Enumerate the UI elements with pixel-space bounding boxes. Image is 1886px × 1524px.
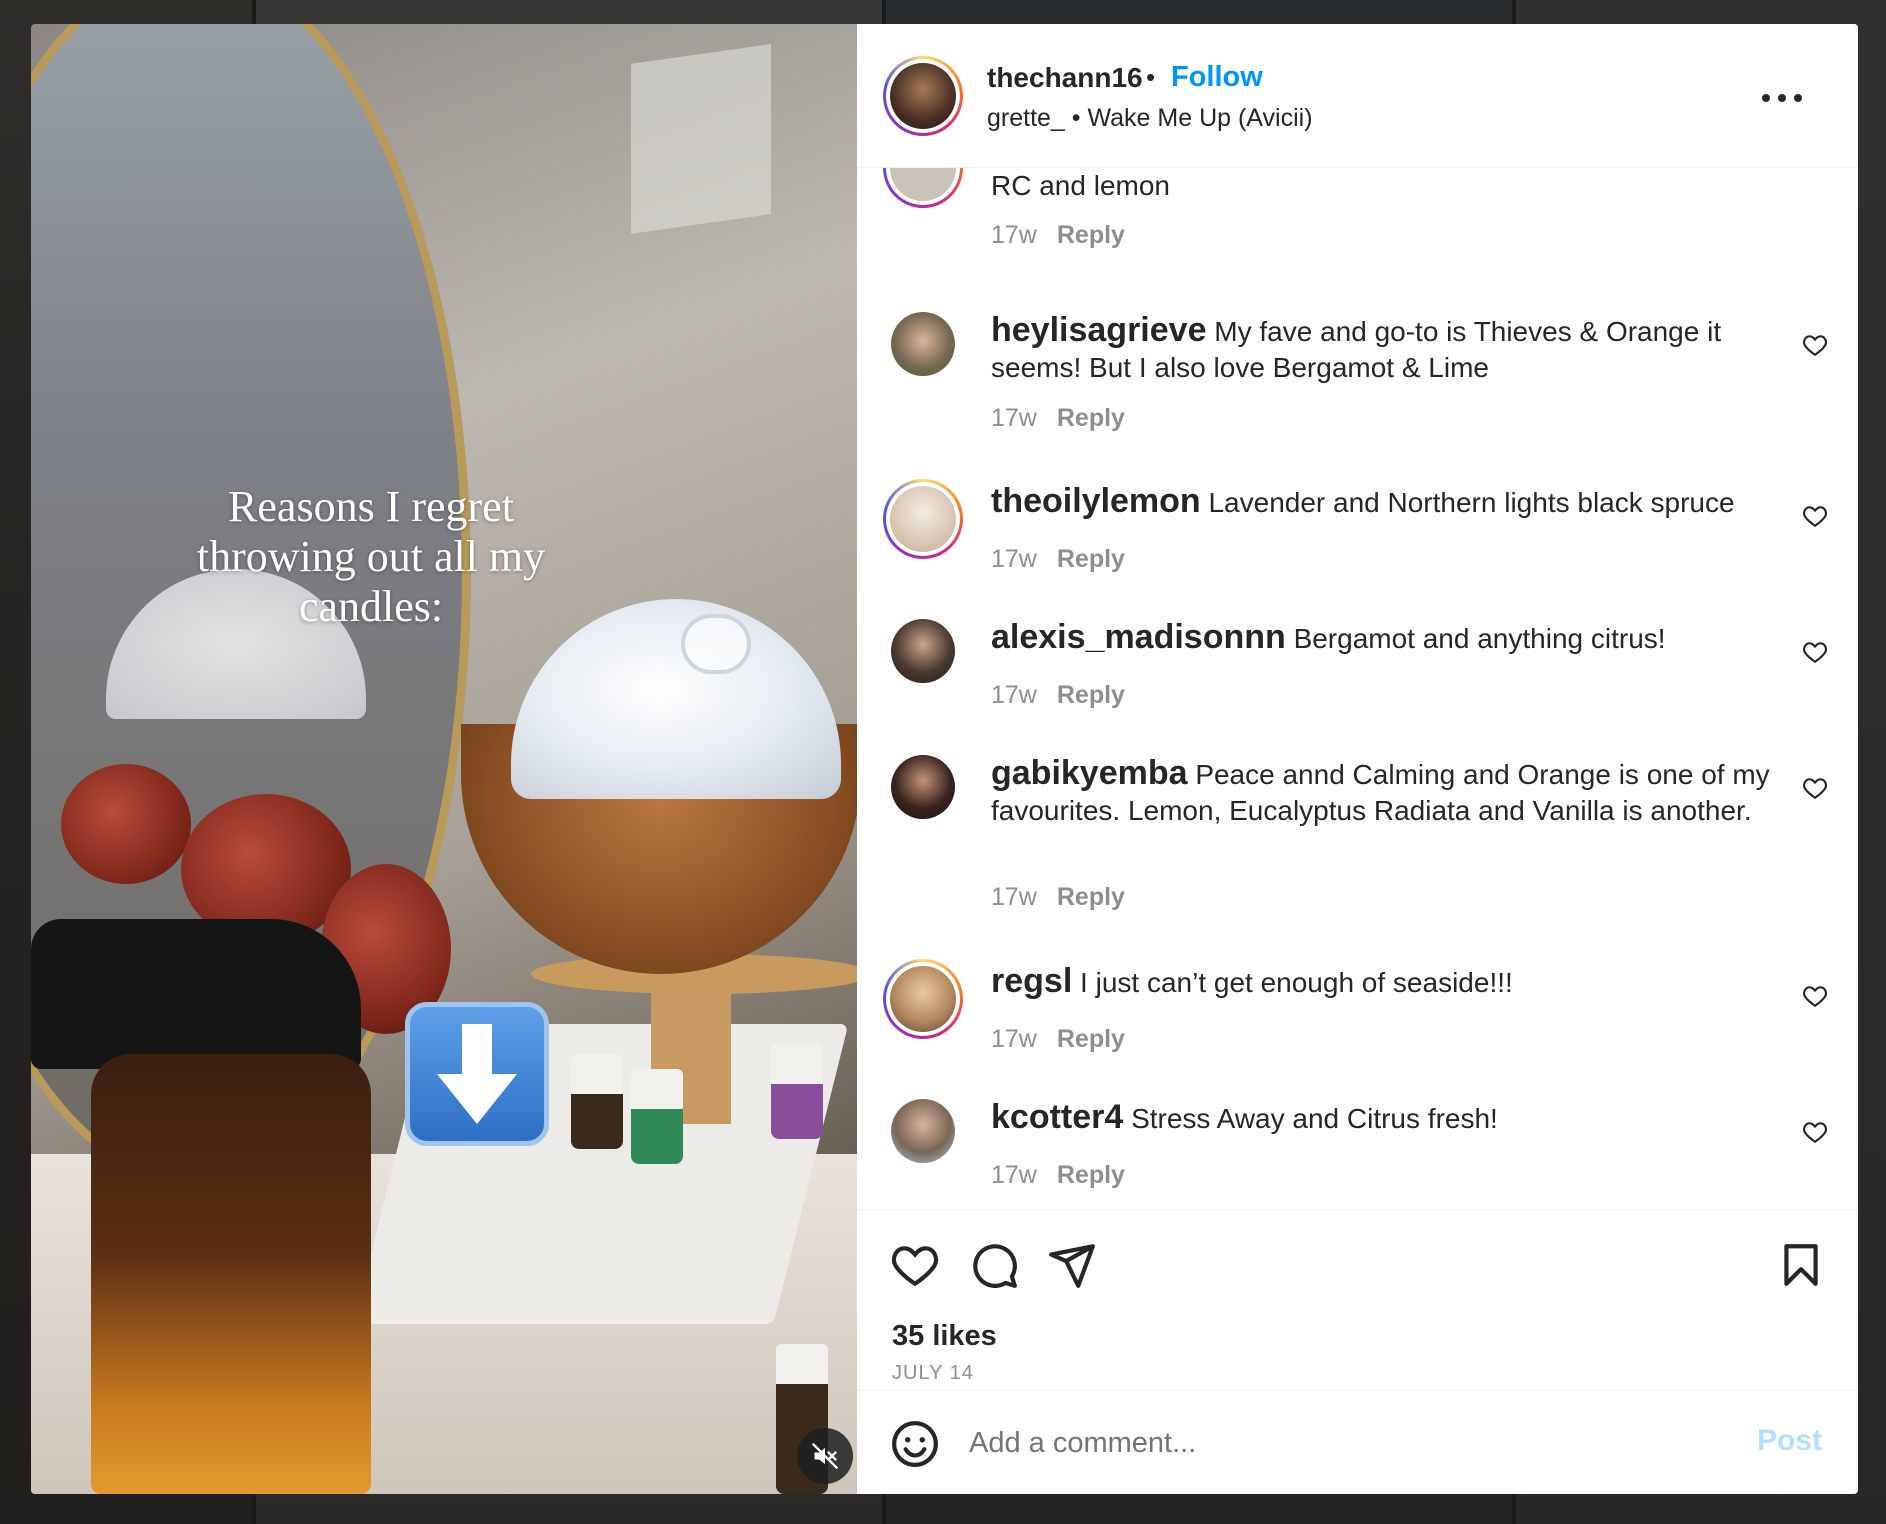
post-actions-bar: 35 likes JULY 14	[857, 1210, 1858, 1408]
comment-meta: 17w Reply	[991, 404, 1125, 433]
comment-like-icon[interactable]	[1802, 983, 1828, 1009]
oil-cap	[631, 1069, 683, 1109]
more-options-icon[interactable]	[1762, 94, 1802, 106]
comment-text: theoilylemon Lavender and Northern light…	[991, 482, 1735, 520]
comment-age: 17w	[991, 883, 1037, 911]
comment-icon[interactable]	[969, 1240, 1019, 1290]
comment-text: heylisagrieve My fave and go-to is Thiev…	[991, 311, 1722, 383]
comment-like-icon[interactable]	[1802, 503, 1828, 529]
share-icon[interactable]	[1047, 1240, 1097, 1290]
save-icon[interactable]	[1776, 1240, 1826, 1290]
post-modal: Reasons I regret throwing out all my can…	[31, 24, 1858, 1494]
reply-button[interactable]: Reply	[1057, 1161, 1125, 1189]
commenter-avatar[interactable]	[891, 755, 955, 819]
comment-text: regsl I just can’t get enough of seaside…	[991, 962, 1513, 1000]
post-header: thechann16 • Follow grette_ • Wake Me Up…	[857, 24, 1858, 168]
oil-bottle	[771, 1044, 823, 1139]
post-side-panel: thechann16 • Follow grette_ • Wake Me Up…	[857, 24, 1858, 1494]
oil-bottle	[571, 1054, 623, 1149]
comment-age: 17w	[991, 681, 1037, 709]
comment-age: 17w	[991, 221, 1037, 249]
commenter-avatar[interactable]	[891, 312, 955, 376]
oil-bottle	[631, 1069, 683, 1164]
mute-icon	[812, 1443, 838, 1469]
reply-button[interactable]: Reply	[1057, 221, 1125, 249]
reply-button[interactable]: Reply	[1057, 681, 1125, 709]
author-username[interactable]: thechann16	[987, 62, 1143, 94]
follow-button[interactable]: Follow	[1171, 61, 1263, 94]
reply-button[interactable]: Reply	[1057, 404, 1125, 432]
comment-meta: 17w Reply	[991, 883, 1125, 912]
author-avatar[interactable]	[883, 56, 963, 136]
commenter-username[interactable]: alexis_madisonnn	[991, 618, 1286, 656]
oil-cap	[776, 1344, 828, 1384]
comment-text: alexis_madisonnn Bergamot and anything c…	[991, 618, 1666, 656]
comment-text: RC and lemon	[991, 170, 1170, 201]
comments-list[interactable]: RC and lemon 17w Reply heylisagrieve My f…	[857, 168, 1858, 1209]
comment-meta: 17w Reply	[991, 221, 1125, 250]
comment-meta: 17w Reply	[991, 1025, 1125, 1054]
commenter-username[interactable]: gabikyemba	[991, 754, 1188, 792]
oil-cap	[771, 1044, 823, 1084]
like-count[interactable]: 35 likes	[892, 1320, 997, 1353]
comment-like-icon[interactable]	[1802, 332, 1828, 358]
diffuser-neck	[681, 614, 751, 674]
comment-text: kcotter4 Stress Away and Citrus fresh!	[991, 1098, 1498, 1136]
post-comment-button[interactable]: Post	[1757, 1424, 1822, 1458]
spray-bottle-nozzle	[31, 919, 361, 1069]
comment-age: 17w	[991, 1025, 1037, 1053]
rose	[61, 764, 191, 884]
post-video[interactable]: Reasons I regret throwing out all my can…	[31, 24, 857, 1494]
comment-like-icon[interactable]	[1802, 1119, 1828, 1145]
comment-like-icon[interactable]	[1802, 639, 1828, 665]
commenter-username[interactable]: heylisagrieve	[991, 311, 1206, 349]
comment-text: gabikyemba Peace annd Calming and Orange…	[991, 754, 1770, 826]
oil-cap	[571, 1054, 623, 1094]
video-caption-overlay: Reasons I regret throwing out all my can…	[196, 482, 546, 631]
separator-dot: •	[1146, 62, 1156, 92]
wall-decor	[631, 44, 771, 234]
comment-meta: 17w Reply	[991, 681, 1125, 710]
comment-input[interactable]	[969, 1421, 1669, 1465]
commenter-avatar[interactable]	[891, 619, 955, 683]
commenter-avatar[interactable]	[891, 1099, 955, 1163]
comment-age: 17w	[991, 404, 1037, 432]
commenter-avatar[interactable]	[883, 959, 963, 1039]
amber-spray-bottle	[91, 1054, 371, 1494]
commenter-avatar[interactable]	[883, 168, 963, 208]
comment-meta: 17w Reply	[991, 545, 1125, 574]
audio-attribution[interactable]: grette_ • Wake Me Up (Avicii)	[987, 104, 1313, 133]
comment-age: 17w	[991, 1161, 1037, 1189]
commenter-username[interactable]: theoilylemon	[991, 482, 1201, 520]
down-arrow-emoji	[405, 1002, 549, 1146]
comment-composer: Post	[857, 1390, 1858, 1494]
mute-button[interactable]	[797, 1428, 853, 1484]
comment-age: 17w	[991, 545, 1037, 573]
comment-item: RC and lemon 17w Reply	[857, 168, 1858, 268]
reply-button[interactable]: Reply	[1057, 545, 1125, 573]
down-arrow-icon	[437, 1024, 517, 1124]
emoji-icon[interactable]	[890, 1419, 940, 1469]
commenter-username[interactable]: kcotter4	[991, 1098, 1123, 1136]
comment-like-icon[interactable]	[1802, 775, 1828, 801]
commenter-username[interactable]: regsl	[991, 962, 1072, 1000]
reply-button[interactable]: Reply	[1057, 1025, 1125, 1053]
reply-button[interactable]: Reply	[1057, 883, 1125, 911]
comment-meta: 17w Reply	[991, 1161, 1125, 1190]
post-date: JULY 14	[892, 1362, 974, 1384]
commenter-avatar[interactable]	[883, 479, 963, 559]
like-icon[interactable]	[890, 1240, 940, 1290]
